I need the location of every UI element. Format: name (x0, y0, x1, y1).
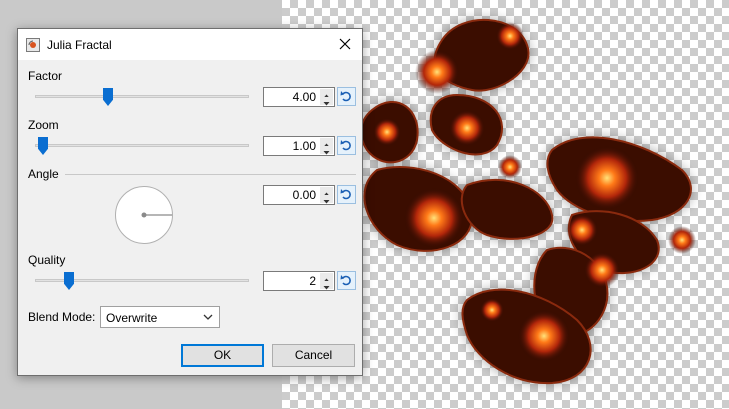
factor-spinbox (263, 87, 335, 107)
blend-mode-label: Blend Mode: (28, 310, 96, 324)
angle-label: Angle (28, 167, 59, 181)
angle-input[interactable] (266, 187, 316, 203)
factor-slider-thumb[interactable] (103, 88, 113, 106)
cancel-button[interactable]: Cancel (272, 344, 355, 367)
spin-down-icon (323, 286, 330, 290)
spin-down-icon (323, 200, 330, 204)
spin-down-icon (323, 102, 330, 106)
blend-mode-select[interactable]: Overwrite (100, 306, 220, 328)
quality-spin-up-button[interactable] (320, 273, 333, 282)
close-button[interactable] (328, 29, 362, 60)
ok-button[interactable]: OK (181, 344, 264, 367)
quality-input[interactable] (266, 273, 316, 289)
zoom-slider-thumb[interactable] (38, 137, 48, 155)
factor-spin-down-button[interactable] (320, 97, 333, 106)
zoom-input[interactable] (266, 138, 316, 154)
angle-dial[interactable] (115, 186, 173, 244)
reset-icon (340, 140, 351, 151)
angle-spinbox (263, 185, 335, 205)
zoom-spin-down-button[interactable] (320, 146, 333, 155)
chevron-down-icon (203, 314, 213, 320)
angle-spin-down-button[interactable] (320, 195, 333, 204)
factor-slider-track[interactable] (35, 95, 249, 98)
angle-reset-button[interactable] (337, 185, 356, 204)
title-bar: Julia Fractal (18, 29, 362, 60)
factor-input[interactable] (266, 89, 316, 105)
reset-icon (340, 275, 351, 286)
quality-spinbox (263, 271, 335, 291)
dialog-title: Julia Fractal (47, 38, 112, 52)
angle-spin-up-button[interactable] (320, 187, 333, 196)
quality-label: Quality (28, 253, 66, 267)
zoom-reset-button[interactable] (337, 136, 356, 155)
zoom-spin-up-button[interactable] (320, 138, 333, 147)
close-icon (339, 38, 351, 50)
spin-down-icon (323, 151, 330, 155)
zoom-slider-track[interactable] (35, 144, 249, 147)
reset-icon (340, 91, 351, 102)
quality-slider-thumb[interactable] (64, 272, 74, 290)
quality-spin-down-button[interactable] (320, 281, 333, 290)
factor-spin-up-button[interactable] (320, 89, 333, 98)
angle-separator (65, 174, 356, 175)
blend-mode-selected: Overwrite (106, 311, 158, 325)
factor-reset-button[interactable] (337, 87, 356, 106)
julia-fractal-dialog: Julia Fractal Factor Zoom Angle (17, 28, 363, 376)
zoom-spinbox (263, 136, 335, 156)
quality-reset-button[interactable] (337, 271, 356, 290)
zoom-label: Zoom (28, 118, 59, 132)
reset-icon (340, 189, 351, 200)
app-icon (26, 38, 40, 52)
factor-label: Factor (28, 69, 63, 83)
